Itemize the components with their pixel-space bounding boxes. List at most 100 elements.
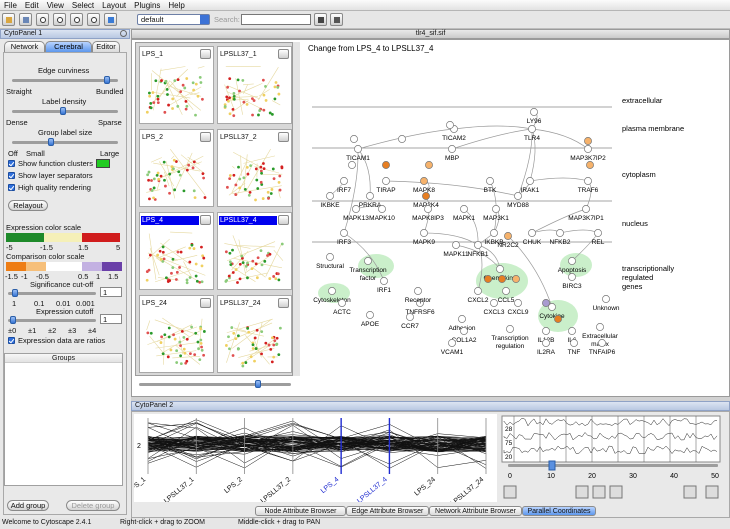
expr-swatch-green[interactable] (6, 233, 44, 242)
slider-knob[interactable] (104, 76, 110, 84)
slider-knob[interactable] (548, 460, 556, 471)
node-pm4[interactable] (584, 137, 592, 145)
thumbnail-scroll-slider[interactable] (139, 380, 291, 388)
parallel-coordinates-plot[interactable]: LPS_1 LPSLL37_1 LPS_2 LPSLL37_2 LPS_4 LPSLL37… (134, 414, 497, 502)
node-mbp[interactable] (448, 145, 456, 153)
comp-swatch[interactable] (6, 262, 26, 271)
slider-knob[interactable] (48, 138, 54, 146)
node-mapk10[interactable] (378, 205, 386, 213)
save-icon[interactable] (19, 13, 32, 26)
slider-knob[interactable] (10, 316, 16, 324)
zoom-in-icon[interactable] (36, 13, 49, 26)
comp-swatch[interactable] (82, 262, 102, 271)
thumbnail-lpsll37_1[interactable]: LPSLL37_1 (217, 46, 292, 124)
node-pm3[interactable] (446, 121, 454, 129)
slider-knob[interactable] (12, 289, 18, 297)
node-map3k1[interactable] (492, 205, 500, 213)
node-receptor[interactable] (414, 287, 422, 295)
list-icon[interactable] (314, 13, 327, 26)
thumbnail-lpsll37_24[interactable]: LPSLL37_24 (217, 295, 292, 373)
node-vcam1[interactable] (448, 339, 456, 347)
node-apoptosis[interactable] (568, 257, 576, 265)
delete-group-button[interactable]: Delete group (66, 500, 120, 511)
zoom-out-icon[interactable] (592, 485, 606, 499)
expr-cutoff-slider[interactable] (8, 319, 96, 322)
node-chemokine[interactable] (496, 265, 504, 273)
node-cxcl3[interactable] (490, 299, 498, 307)
expand-icon[interactable] (200, 215, 211, 225)
node-c2[interactable] (382, 161, 390, 169)
node-c1[interactable] (348, 161, 356, 169)
thumbnail-lpsll37_4[interactable]: LPSLL37_4 (217, 212, 292, 290)
filter-icon[interactable] (683, 485, 697, 499)
node-mapk8[interactable] (420, 177, 428, 185)
node-nfkb2[interactable] (556, 229, 564, 237)
node-irf3[interactable] (340, 229, 348, 237)
node-mapk9[interactable] (420, 229, 428, 237)
node-il6[interactable] (568, 327, 576, 335)
slider-knob[interactable] (255, 380, 261, 388)
expand-icon[interactable] (200, 49, 211, 59)
node-mapk8ip3[interactable] (424, 205, 432, 213)
node-map2k4[interactable] (422, 192, 430, 200)
node-pm2[interactable] (398, 135, 406, 143)
node-tnfaip6[interactable] (598, 339, 606, 347)
relayout-button[interactable]: Relayout (8, 200, 48, 211)
node-myd88[interactable] (514, 192, 522, 200)
search-input[interactable] (241, 14, 311, 25)
new-network-icon[interactable] (104, 13, 117, 26)
node-mapk1[interactable] (460, 205, 468, 213)
node-birc3[interactable] (568, 273, 576, 281)
thumbnail-lps_4[interactable]: LPS_4 (139, 212, 214, 290)
network-view[interactable]: Change from LPS_4 to LPSLL37_4 LY96 TICAM… (300, 41, 728, 395)
node-apoe[interactable] (366, 311, 374, 319)
network-select[interactable]: default (137, 14, 210, 25)
filter-icon[interactable] (330, 13, 343, 26)
menu-select[interactable]: Select (68, 0, 98, 11)
node-ch3[interactable] (512, 275, 520, 283)
node-t2[interactable] (364, 257, 372, 265)
node-ch2[interactable] (498, 275, 506, 283)
node-tirap[interactable] (382, 177, 390, 185)
zoom-out-icon[interactable] (53, 13, 66, 26)
node-traf6[interactable] (584, 177, 592, 185)
tab-cerebral[interactable]: Cerebral (45, 41, 92, 52)
node-cxcl9[interactable] (514, 299, 522, 307)
thumbnail-lps_1[interactable]: LPS_1 (139, 46, 214, 124)
expr-swatch-yellow[interactable] (44, 233, 82, 242)
node-adhesion[interactable] (458, 315, 466, 323)
thumbnail-lps_24[interactable]: LPS_24 (139, 295, 214, 373)
ratios-checkbox[interactable] (8, 337, 15, 344)
node-ikbke[interactable] (326, 192, 334, 200)
expand-icon[interactable] (200, 298, 211, 308)
node-actc[interactable] (338, 299, 346, 307)
node-tlr4[interactable] (528, 125, 536, 133)
expand-icon[interactable] (278, 132, 289, 142)
groups-list[interactable]: Groups (4, 353, 123, 486)
sig-value-input[interactable]: 1 (100, 287, 122, 297)
add-group-button[interactable]: Add group (7, 500, 49, 511)
comp-swatch[interactable] (26, 262, 46, 271)
node-ccr7[interactable] (406, 313, 414, 321)
expand-icon[interactable] (200, 132, 211, 142)
comp-swatch[interactable] (46, 262, 82, 271)
menu-file[interactable]: File (0, 0, 21, 11)
expr-swatch-red[interactable] (82, 233, 120, 242)
high-quality-checkbox[interactable] (8, 184, 15, 191)
expr-value-input[interactable]: 1 (100, 314, 122, 324)
expand-icon[interactable] (278, 298, 289, 308)
node-cxcl2[interactable] (474, 287, 482, 295)
columns-icon[interactable] (609, 485, 623, 499)
tab-node-attributes[interactable]: Node Attribute Browser (255, 506, 346, 516)
node-ch1[interactable] (484, 275, 492, 283)
node-il12b[interactable] (542, 327, 550, 335)
node-mapk13[interactable] (352, 205, 360, 213)
thumbnail-lps_2[interactable]: LPS_2 (139, 129, 214, 207)
node-ikbkb[interactable] (490, 229, 498, 237)
node-c4[interactable] (586, 161, 594, 169)
node-rel[interactable] (594, 229, 602, 237)
node-chuk[interactable] (528, 229, 536, 237)
menu-layout[interactable]: Layout (98, 0, 130, 11)
zoom-fit-icon[interactable] (87, 13, 100, 26)
edge-curviness-slider[interactable] (12, 79, 118, 82)
